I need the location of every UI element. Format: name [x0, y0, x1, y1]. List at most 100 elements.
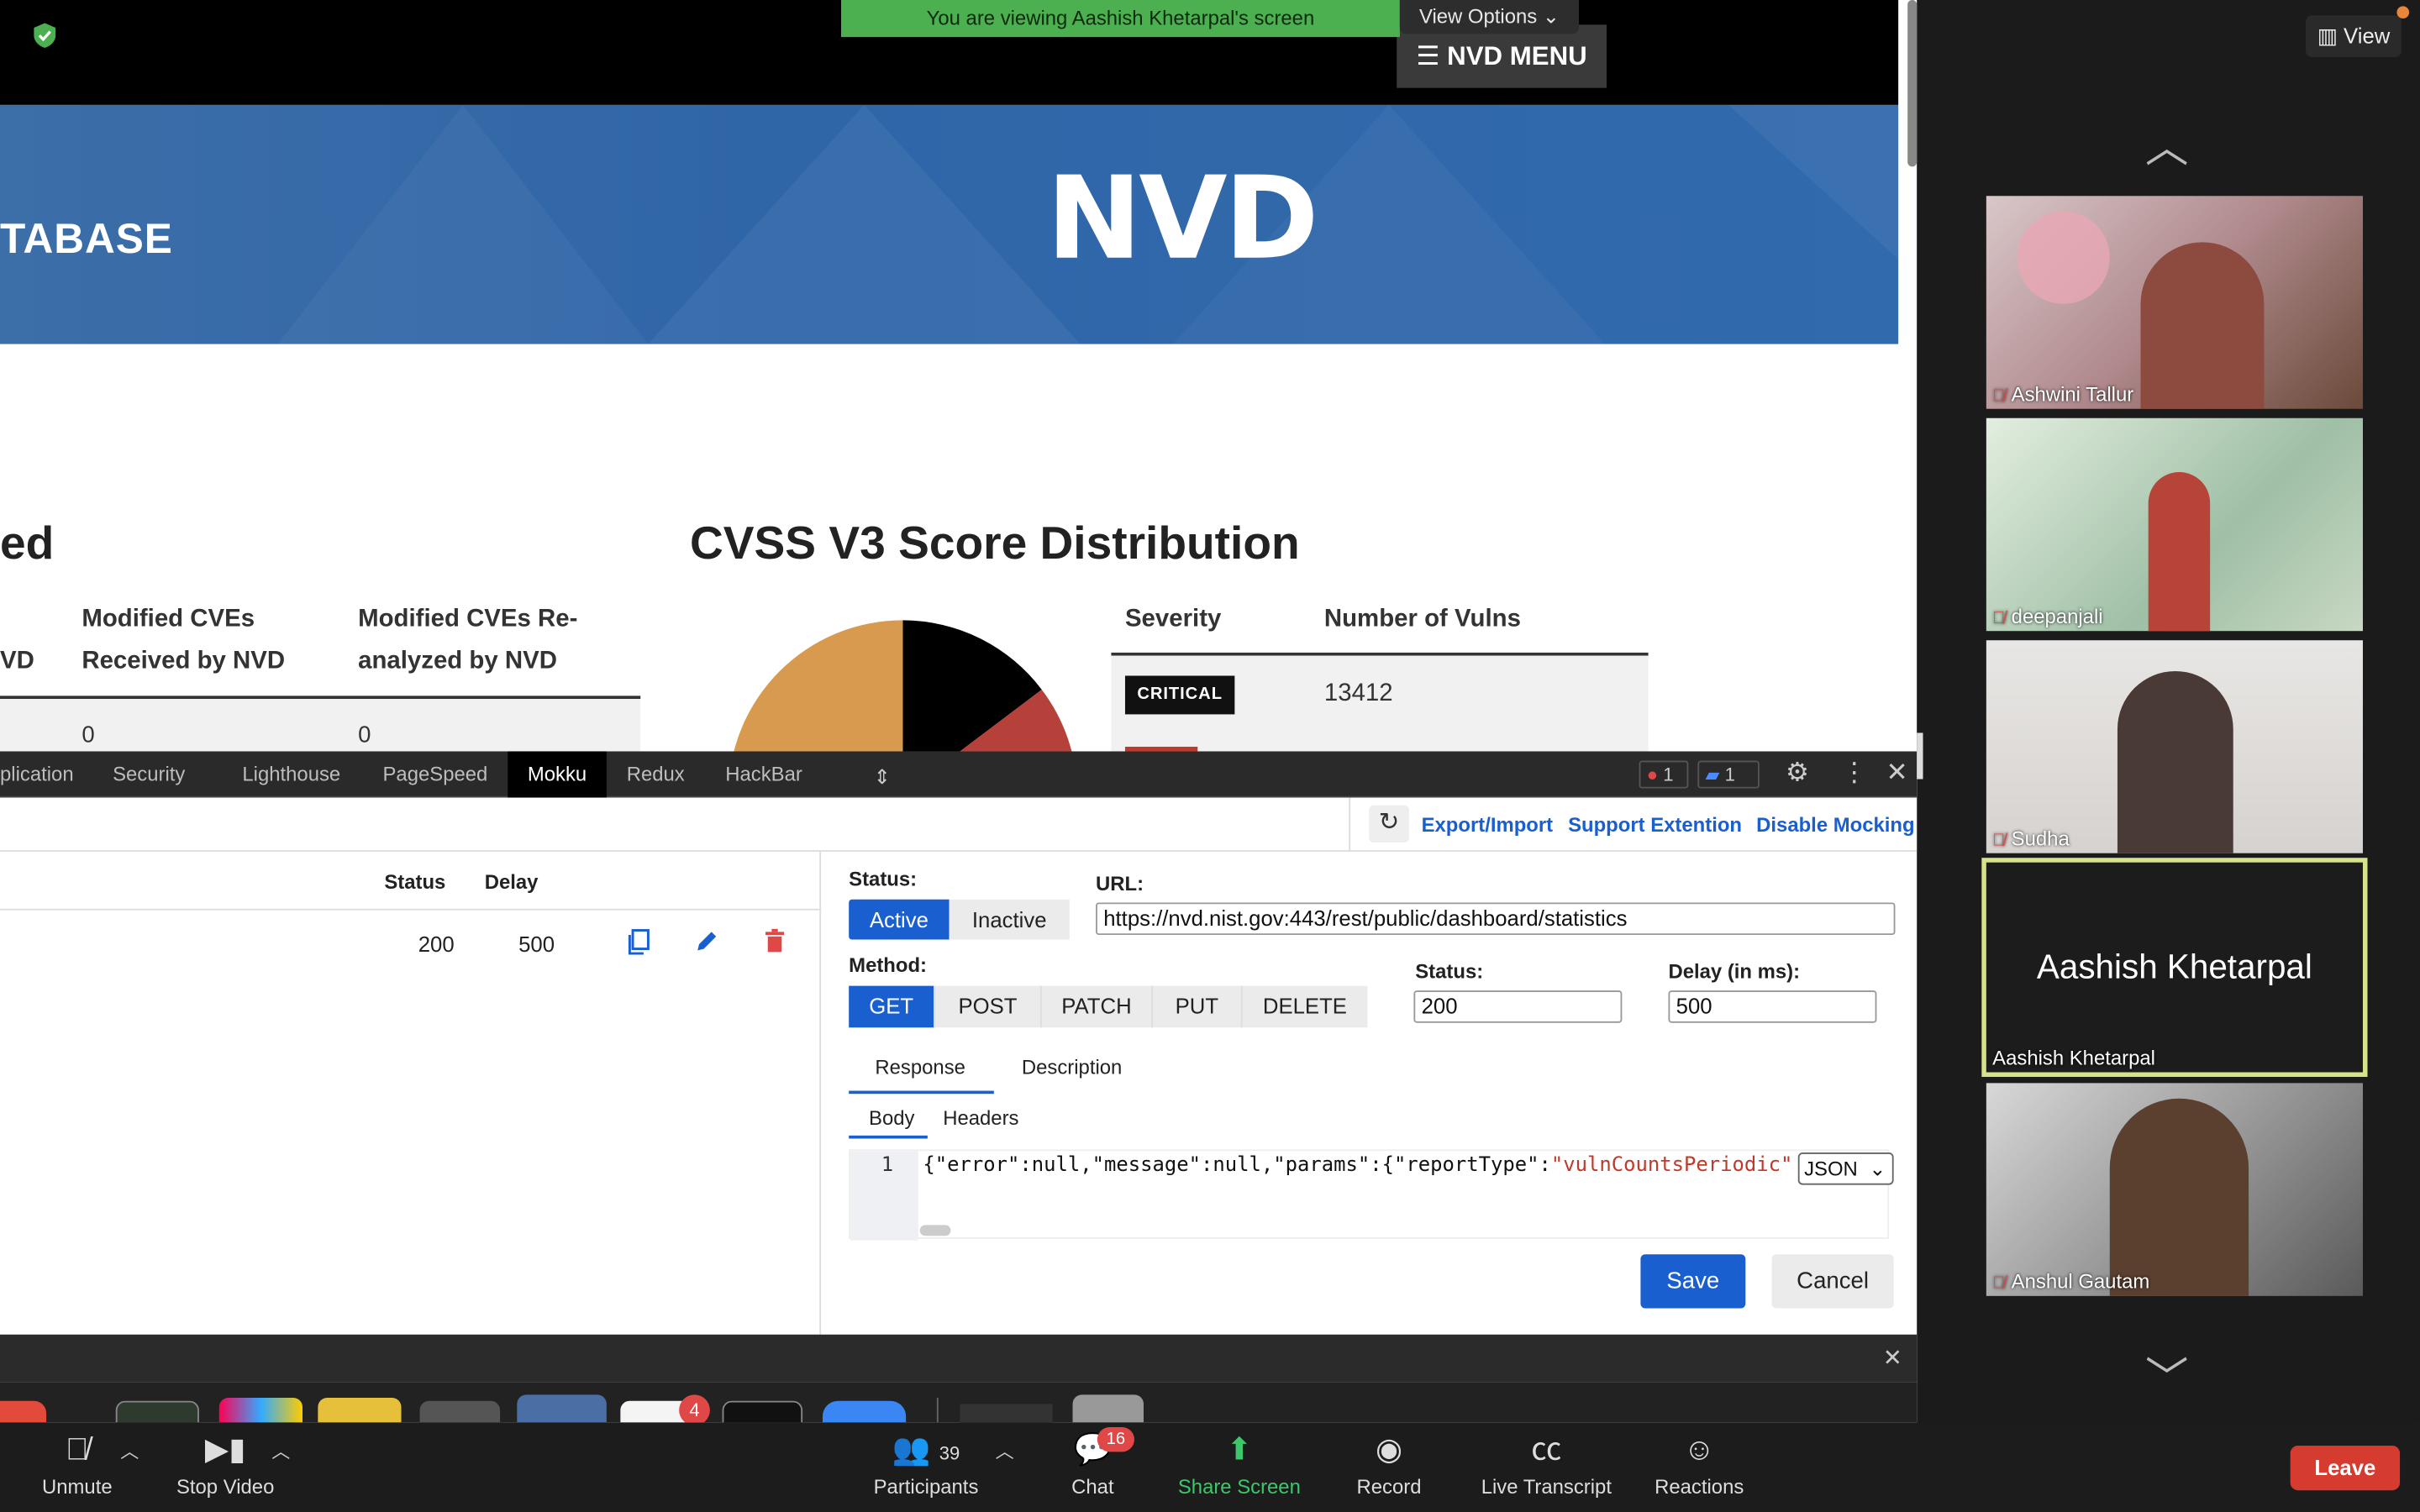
video-content: [2017, 211, 2110, 304]
code-editor[interactable]: 1 {"error":null,"message":null,"params":…: [849, 1149, 1890, 1241]
tab-body[interactable]: Body: [869, 1106, 914, 1130]
shield-icon: [34, 23, 56, 48]
dock-app-icon[interactable]: [517, 1394, 607, 1423]
unmute-button[interactable]: 🎙̸ Unmute: [31, 1431, 124, 1498]
delay-label: Delay (in ms):: [1668, 959, 1801, 983]
active-toggle[interactable]: Active: [849, 899, 950, 940]
live-transcript-button[interactable]: ㏄ Live Transcript: [1472, 1431, 1620, 1498]
error-count: 1: [1663, 764, 1674, 785]
method-get[interactable]: GET: [849, 985, 934, 1028]
status-input[interactable]: 200: [1413, 990, 1623, 1023]
message-counter[interactable]: ▰ 1: [1697, 760, 1760, 789]
delay-input[interactable]: 500: [1668, 990, 1877, 1023]
participant-tile[interactable]: 🎙̸ Ashwini Tallur: [1986, 196, 2363, 409]
view-options-button[interactable]: View Options ⌄: [1399, 0, 1579, 34]
participants-count: 39: [939, 1442, 960, 1465]
close-devtools-icon[interactable]: ✕: [1886, 758, 1907, 789]
export-import-link[interactable]: Export/Import: [1422, 813, 1554, 837]
method-delete[interactable]: DELETE: [1240, 985, 1368, 1028]
dock-app-icon[interactable]: [318, 1398, 402, 1423]
line-number: 1: [881, 1153, 894, 1178]
dock-app-icon[interactable]: [0, 1400, 47, 1423]
devtools-tab-bar: plication Security Lighthouse PageSpeed …: [0, 751, 1918, 798]
view-label: View: [2344, 23, 2391, 48]
section-heading-fragment: ed: [0, 518, 55, 570]
chat-label: Chat: [1071, 1474, 1114, 1499]
dock-app-icon[interactable]: [822, 1400, 907, 1423]
mic-off-icon: 🎙̸: [1992, 831, 2006, 851]
tab-mokku[interactable]: Mokku: [508, 751, 607, 798]
method-patch[interactable]: PATCH: [1039, 985, 1152, 1028]
scrollbar[interactable]: [1907, 0, 1918, 167]
nvd-menu-button[interactable]: ☰ NVD MENU: [1397, 24, 1607, 88]
record-label: Record: [1356, 1474, 1422, 1499]
trash-icon[interactable]: [1072, 1394, 1144, 1423]
col-delay: Delay: [484, 869, 539, 894]
participant-tile[interactable]: 🎙̸ Sudha: [1986, 640, 2363, 853]
chevron-up-icon[interactable]: ︿: [996, 1438, 1014, 1464]
header-line: Modified CVEs: [82, 606, 255, 633]
participant-name-text: Anshul Gautam: [2011, 1269, 2150, 1294]
notification-badge: 4: [679, 1394, 710, 1423]
close-icon[interactable]: ✕: [1883, 1344, 1902, 1372]
video-content: [2148, 472, 2211, 632]
participant-tile[interactable]: 🎙̸ deepanjali: [1986, 417, 2363, 632]
vuln-count: 13412: [1323, 680, 1393, 707]
tab-description[interactable]: Description: [1022, 1055, 1122, 1079]
save-button[interactable]: Save: [1640, 1254, 1746, 1309]
share-screen-button[interactable]: ⬆ Share Screen: [1173, 1431, 1306, 1498]
participant-tile-active-speaker[interactable]: Aashish Khetarpal Aashish Khetarpal: [1981, 858, 2368, 1078]
reactions-button[interactable]: ☺ Reactions: [1649, 1431, 1750, 1498]
mac-dock: 4: [0, 1382, 1918, 1423]
table-row: [0, 699, 641, 752]
participant-tile[interactable]: 🎙̸ Anshul Gautam: [1986, 1083, 2363, 1296]
gear-icon[interactable]: ⚙: [1786, 758, 1809, 789]
more-vertical-icon[interactable]: ⋮: [1841, 758, 1867, 789]
error-counter[interactable]: ● 1: [1639, 760, 1689, 789]
participant-big-name: Aashish Khetarpal: [2036, 947, 2312, 986]
method-put[interactable]: PUT: [1151, 985, 1241, 1028]
participants-button[interactable]: 👥 39 Participants: [865, 1431, 988, 1498]
dock-app-icon[interactable]: [218, 1398, 302, 1423]
code-string: "vulnCountsPeriodic": [1550, 1153, 1793, 1178]
refresh-icon[interactable]: ↻: [1369, 805, 1409, 843]
dock-app-icon[interactable]: [722, 1400, 803, 1423]
dock-app-icon[interactable]: [960, 1404, 1053, 1423]
chevron-down-icon[interactable]: ﹀: [2145, 1346, 2188, 1407]
delete-icon[interactable]: [764, 928, 786, 953]
header-line: Modified CVEs Re-: [358, 606, 578, 633]
leave-button[interactable]: Leave: [2290, 1445, 2401, 1491]
terminal-icon[interactable]: [115, 1400, 199, 1423]
inactive-toggle[interactable]: Inactive: [949, 899, 1070, 940]
horizontal-scrollbar[interactable]: [919, 1225, 951, 1236]
view-button[interactable]: ▥ View: [2306, 15, 2402, 57]
tab-response[interactable]: Response: [875, 1055, 965, 1079]
chevron-up-icon[interactable]: ︿: [271, 1438, 290, 1464]
tab-hackbar[interactable]: HackBar: [707, 751, 821, 797]
format-select[interactable]: JSON ⌄: [1797, 1152, 1894, 1185]
tab-application[interactable]: plication: [0, 751, 92, 797]
tab-pagespeed[interactable]: PageSpeed: [364, 751, 506, 797]
record-button[interactable]: ◉ Record: [1349, 1431, 1429, 1498]
splitter-handle[interactable]: [1917, 732, 1923, 780]
chevron-up-icon[interactable]: ︿: [2145, 114, 2188, 176]
tab-headers[interactable]: Headers: [943, 1106, 1018, 1130]
chevron-down-icon: ⌄: [1869, 1157, 1886, 1181]
divider: [1349, 797, 1351, 852]
cancel-button[interactable]: Cancel: [1771, 1254, 1894, 1309]
cvss-pie-chart: [734, 620, 1072, 752]
method-post[interactable]: POST: [934, 985, 1040, 1028]
tab-security[interactable]: Security: [94, 751, 203, 797]
resize-cursor-icon: ⇕: [873, 765, 891, 789]
stop-video-button[interactable]: ▶▮ Stop Video: [170, 1431, 281, 1498]
disable-mocking-link[interactable]: Disable Mocking: [1756, 813, 1914, 837]
copy-icon[interactable]: [627, 929, 651, 957]
dock-app-icon[interactable]: [419, 1400, 501, 1423]
tab-lighthouse[interactable]: Lighthouse: [224, 751, 359, 797]
support-extension-link[interactable]: Support Extention: [1568, 813, 1742, 837]
url-input[interactable]: https://nvd.nist.gov:443/rest/public/das…: [1096, 902, 1896, 936]
participants-label: Participants: [873, 1474, 979, 1499]
edit-icon[interactable]: [695, 929, 719, 953]
tab-redux[interactable]: Redux: [608, 751, 703, 797]
chevron-up-icon[interactable]: ︿: [120, 1438, 139, 1464]
